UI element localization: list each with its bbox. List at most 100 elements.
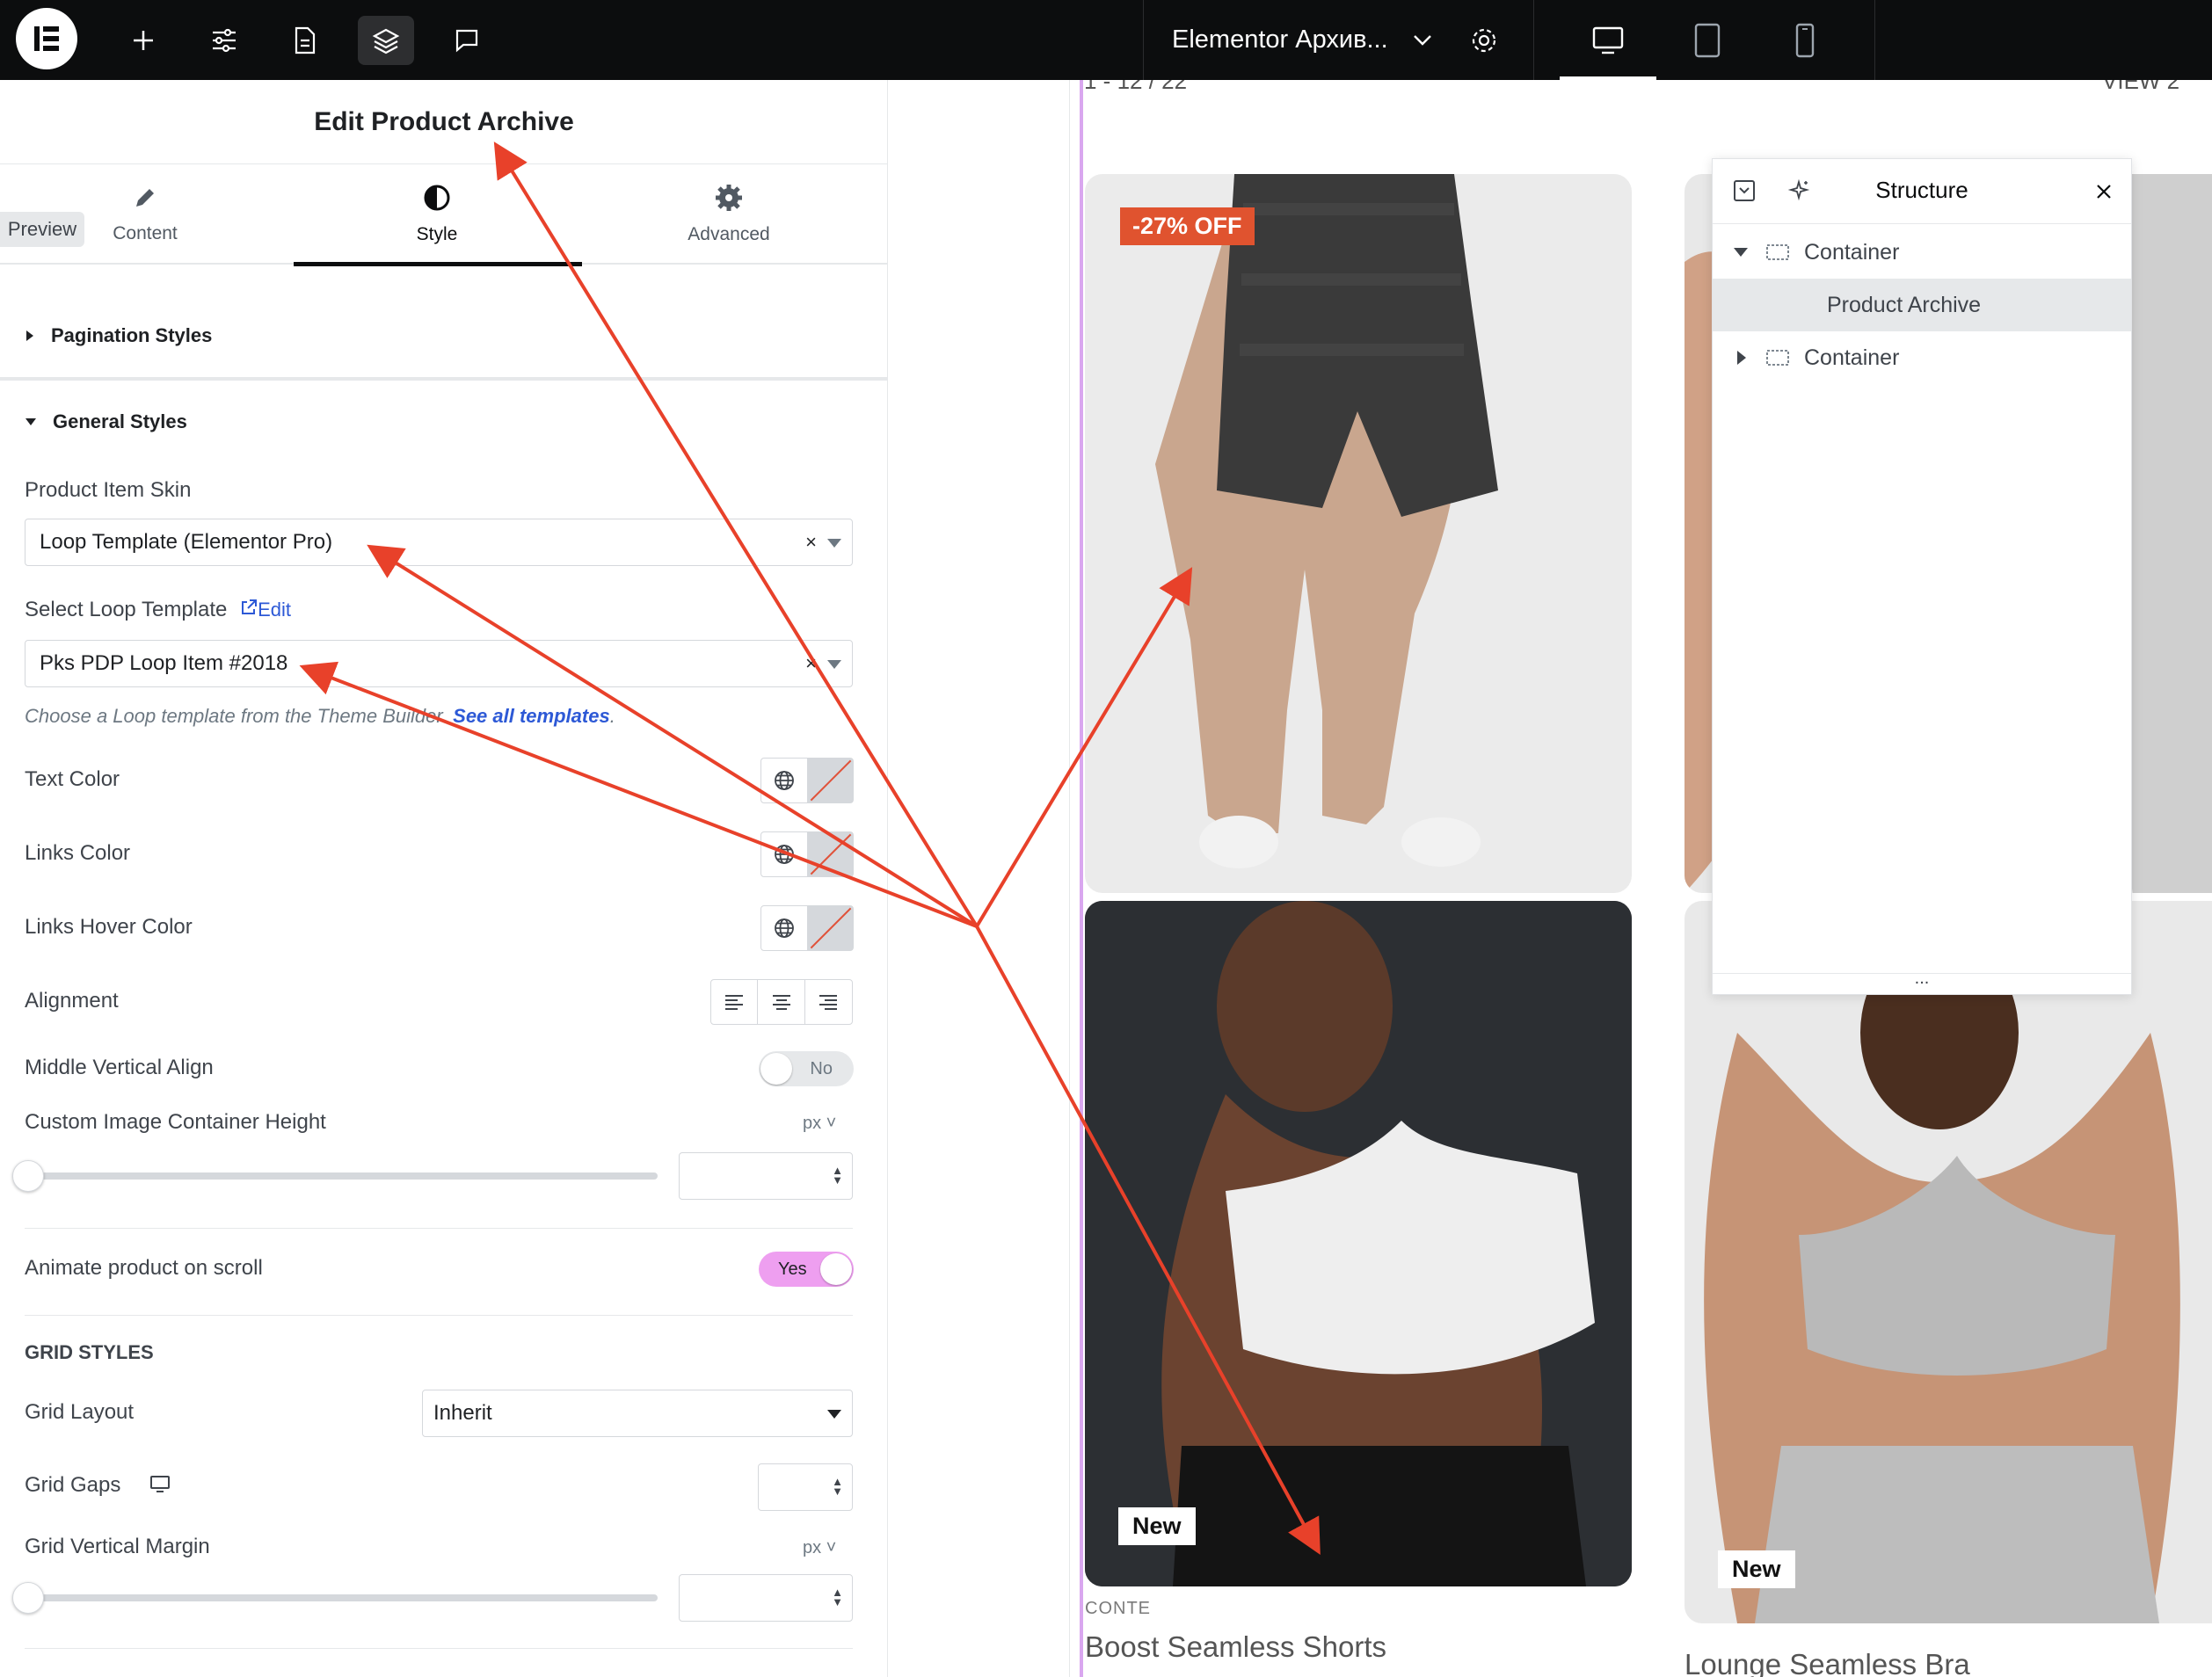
dropdown-caret-icon (827, 1410, 841, 1419)
global-colors-button[interactable] (761, 759, 808, 802)
grid-vmargin-unit-select[interactable]: px ˅ (803, 1538, 836, 1558)
clear-icon[interactable]: × (805, 652, 817, 675)
global-colors-button[interactable] (761, 832, 808, 876)
align-left-icon (725, 995, 744, 1010)
close-icon[interactable] (2094, 182, 2114, 201)
align-right-button[interactable] (805, 980, 852, 1024)
tab-advanced[interactable]: Advanced (584, 164, 874, 265)
resize-handle[interactable]: ... (1713, 969, 2131, 994)
document-settings-button[interactable] (1455, 16, 1513, 65)
canvas-guide-line (1069, 80, 1070, 1677)
unit-label: px (803, 1538, 822, 1557)
links-color-label: Links Color (25, 841, 131, 865)
text-color-label: Text Color (25, 767, 120, 791)
toggle-knob (760, 1053, 792, 1085)
align-left-button[interactable] (711, 980, 759, 1024)
panel-tabs: Content Style Advanced (0, 164, 887, 266)
links-hover-color-control[interactable] (760, 905, 854, 951)
loop-template-select[interactable]: Pks PDP Loop Item #2018 × (25, 640, 853, 687)
product-card-image[interactable]: New (1684, 901, 2212, 1623)
image-height-unit-select[interactable]: px ˅ (803, 1114, 836, 1134)
dropdown-caret-icon (827, 539, 841, 548)
desktop-view-button[interactable] (1560, 0, 1656, 80)
color-swatch[interactable] (807, 906, 853, 950)
stepper-icon[interactable]: ▲ ▼ (832, 1586, 843, 1608)
add-element-button[interactable] (115, 16, 171, 65)
grid-gaps-input[interactable]: ▲ ▼ (758, 1463, 853, 1511)
container-outline (1080, 80, 1083, 1677)
product-item-skin-label: Product Item Skin (25, 478, 192, 502)
toggle-label: Yes (778, 1259, 807, 1279)
product-card-image[interactable]: New (1085, 901, 1632, 1586)
align-center-button[interactable] (758, 980, 805, 1024)
product-category: CONTE (1085, 1599, 1151, 1618)
grid-layout-select[interactable]: Inherit (422, 1390, 853, 1437)
grid-layout-label: Grid Layout (25, 1400, 135, 1424)
elementor-logo[interactable] (0, 2, 93, 76)
slider-handle[interactable] (12, 1160, 44, 1192)
desktop-icon[interactable] (149, 1475, 171, 1494)
product-card-image[interactable]: -27% OFF (1085, 174, 1632, 893)
toggle-knob (820, 1253, 852, 1285)
preview-tag[interactable]: Preview (0, 212, 84, 247)
structure-item-container[interactable]: Container (1713, 226, 2131, 279)
grid-gaps-text: Grid Gaps (25, 1473, 121, 1497)
tab-style[interactable]: Style (292, 164, 582, 266)
section-general-styles[interactable]: General Styles (25, 410, 187, 433)
clear-icon[interactable]: × (805, 531, 817, 554)
caret-right-icon[interactable] (1735, 349, 1748, 367)
middle-vertical-align-toggle[interactable]: No (759, 1051, 854, 1086)
structure-item-product-archive[interactable]: Product Archive (1713, 279, 2131, 331)
stepper-icon[interactable]: ▲ ▼ (832, 1165, 843, 1186)
links-color-control[interactable] (760, 831, 854, 877)
structure-header: Structure (1713, 159, 2131, 224)
custom-image-height-label: Custom Image Container Height (25, 1110, 326, 1134)
section-pagination-styles[interactable]: Pagination Styles (25, 324, 212, 347)
structure-item-label: Product Archive (1827, 292, 1982, 317)
product-photo-shorts (1155, 174, 1498, 868)
grid-layout-value: Inherit (433, 1401, 492, 1425)
stepper-icon[interactable]: ▲ ▼ (832, 1476, 843, 1497)
container-icon (1766, 244, 1789, 260)
sliders-icon (213, 28, 236, 53)
global-colors-button[interactable] (761, 906, 808, 950)
mobile-icon (1795, 23, 1815, 57)
product-title[interactable]: Boost Seamless Shorts (1085, 1630, 1386, 1664)
grid-vmargin-input[interactable]: ▲ ▼ (679, 1574, 853, 1622)
see-all-templates-link[interactable]: See all templates (453, 705, 610, 727)
page-settings-button[interactable] (277, 16, 333, 65)
site-settings-button[interactable] (196, 16, 252, 65)
layers-icon (372, 28, 400, 54)
caret-down-icon[interactable] (1732, 246, 1750, 258)
structure-item-label: Container (1804, 239, 1900, 265)
slider-handle[interactable] (12, 1582, 44, 1614)
align-right-icon (819, 995, 838, 1010)
mobile-view-button[interactable] (1757, 0, 1853, 80)
comments-button[interactable] (439, 16, 495, 65)
image-height-input[interactable]: ▲ ▼ (679, 1152, 853, 1200)
loop-template-value: Pks PDP Loop Item #2018 (40, 651, 288, 675)
pencil-icon (136, 189, 154, 207)
divider (25, 1228, 853, 1229)
product-item-skin-select[interactable]: Loop Template (Elementor Pro) × (25, 519, 853, 566)
product-title[interactable]: Lounge Seamless Bra (1684, 1648, 1970, 1677)
image-height-slider[interactable] (12, 1160, 658, 1192)
color-swatch[interactable] (807, 759, 853, 802)
tab-advanced-label: Advanced (688, 224, 770, 244)
view-switcher[interactable]: VIEW 2 (2102, 80, 2179, 95)
document-title: Elementor Архив... (1172, 25, 1388, 54)
grid-vmargin-slider[interactable] (12, 1582, 658, 1614)
unit-label: px (803, 1114, 822, 1133)
color-swatch[interactable] (807, 832, 853, 876)
container-icon (1766, 350, 1789, 366)
edit-template-link[interactable]: Edit (240, 599, 291, 621)
globe-icon (774, 845, 794, 864)
hint-end: . (609, 705, 615, 727)
structure-button[interactable] (358, 16, 414, 65)
animate-on-scroll-toggle[interactable]: Yes (759, 1252, 854, 1287)
links-hover-color-label: Links Hover Color (25, 915, 193, 939)
structure-panel: Structure Container Product Archive Cont… (1712, 158, 2132, 995)
structure-item-container[interactable]: Container (1713, 331, 2131, 384)
tablet-view-button[interactable] (1659, 0, 1756, 80)
text-color-control[interactable] (760, 758, 854, 803)
